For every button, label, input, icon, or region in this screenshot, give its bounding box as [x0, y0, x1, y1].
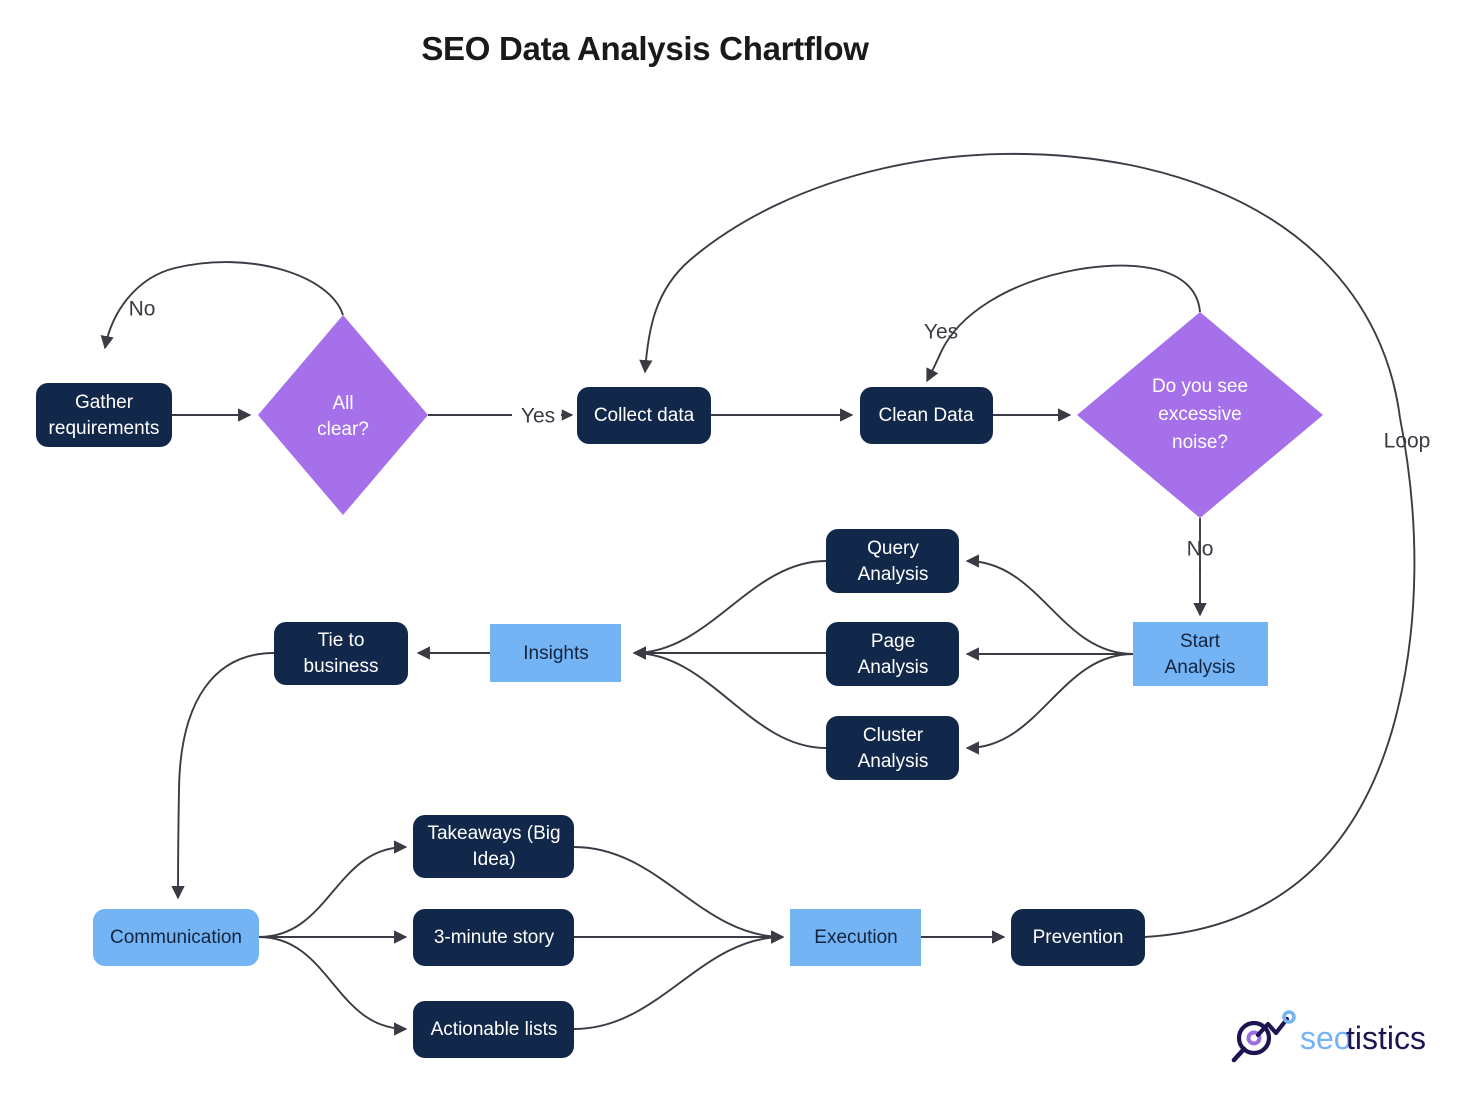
node-label-line1: Communication [110, 927, 242, 948]
edge-noise-to-clean-yes [926, 351, 942, 383]
node-label-line2: clear? [317, 419, 369, 440]
node-tie-to-business[interactable]: Tie to business [274, 622, 408, 685]
node-label-line2: Analysis [858, 657, 929, 678]
edge-start-to-cluster [965, 653, 1134, 755]
node-label-line1: Gather [75, 392, 134, 413]
edge-label-loop: Loop [1384, 430, 1431, 453]
node-query-analysis[interactable]: Query Analysis [826, 529, 959, 593]
edge-cluster-to-insights [632, 646, 827, 749]
node-label-line1: Execution [814, 927, 897, 948]
node-label-line1: Start [1180, 631, 1221, 652]
edge-actionable-to-execution [573, 930, 785, 1030]
node-label-line1: All [332, 393, 353, 414]
node-label-line1: 3-minute story [434, 927, 555, 948]
node-takeaways-big-idea[interactable]: Takeaways (Big Idea) [413, 815, 574, 878]
node-label-line1: Do you see [1152, 376, 1248, 397]
edge-comm-to-actionable [258, 936, 408, 1036]
node-label-line1: Tie to [318, 630, 365, 651]
logo-text-secondary: tistics [1346, 1020, 1426, 1056]
node-label-line2: Analysis [1165, 657, 1236, 678]
node-collect-data[interactable]: Collect data [577, 387, 711, 444]
edge-comm-to-takeaways [258, 840, 408, 938]
node-gather-requirements[interactable]: Gather requirements [36, 383, 172, 447]
node-cluster-analysis[interactable]: Cluster Analysis [826, 716, 959, 780]
node-label-line1: Insights [523, 643, 588, 664]
node-all-clear-decision[interactable]: All clear? [258, 315, 428, 515]
edge-label-yes-clear: Yes [521, 405, 555, 428]
seotistics-logo[interactable]: seo tistics [1228, 1008, 1448, 1070]
node-label-line3: noise? [1172, 432, 1228, 453]
node-prevention[interactable]: Prevention [1011, 909, 1145, 966]
node-clean-data[interactable]: Clean Data [860, 387, 993, 444]
node-excessive-noise-decision[interactable]: Do you see excessive noise? [1077, 312, 1323, 518]
node-communication[interactable]: Communication [93, 909, 259, 966]
edge-takeaways-to-execution [573, 846, 785, 944]
edge-label-yes-noise: Yes [924, 321, 958, 344]
magnifier-trendline-icon [1231, 1010, 1296, 1063]
node-label-line1: Cluster [863, 725, 924, 746]
node-actionable-lists[interactable]: Actionable lists [413, 1001, 574, 1058]
edge-noise-yes-arc [940, 264, 1201, 353]
edge-label-no-noise: No [1187, 538, 1214, 561]
node-page-analysis[interactable]: Page Analysis [826, 622, 959, 686]
node-insights[interactable]: Insights [490, 624, 621, 682]
logo-text-primary: seo [1300, 1020, 1352, 1056]
node-label-line2: Idea) [472, 849, 515, 870]
flowchart-diagram: Gather requirements All clear? Collect d… [36, 152, 1431, 1058]
node-label-line2: requirements [49, 418, 160, 439]
node-label-line1: Prevention [1033, 927, 1124, 948]
node-3-minute-story[interactable]: 3-minute story [413, 909, 574, 966]
edge-tie-to-communication [171, 652, 275, 900]
flowchart-canvas: SEO Data Analysis Chartflow Gather requi… [0, 0, 1476, 1098]
node-label-line2: business [304, 656, 379, 677]
node-execution[interactable]: Execution [790, 909, 921, 966]
edge-query-to-insights [632, 560, 827, 660]
node-label-line1: Actionable lists [431, 1019, 558, 1040]
node-shape [258, 315, 428, 515]
node-label-line2: Analysis [858, 751, 929, 772]
edge-start-to-query [965, 554, 1134, 655]
node-start-analysis[interactable]: Start Analysis [1133, 622, 1268, 686]
node-label-line2: excessive [1158, 404, 1241, 425]
node-label-line1: Page [871, 631, 915, 652]
node-label-line1: Collect data [594, 405, 695, 426]
node-label-line1: Clean Data [878, 405, 973, 426]
node-label-line2: Analysis [858, 564, 929, 585]
edge-label-no-left: No [129, 298, 156, 321]
edge-loop-to-collect [639, 152, 1401, 419]
node-label-line1: Query [867, 538, 919, 559]
node-label-line1: Takeaways (Big [427, 823, 560, 844]
